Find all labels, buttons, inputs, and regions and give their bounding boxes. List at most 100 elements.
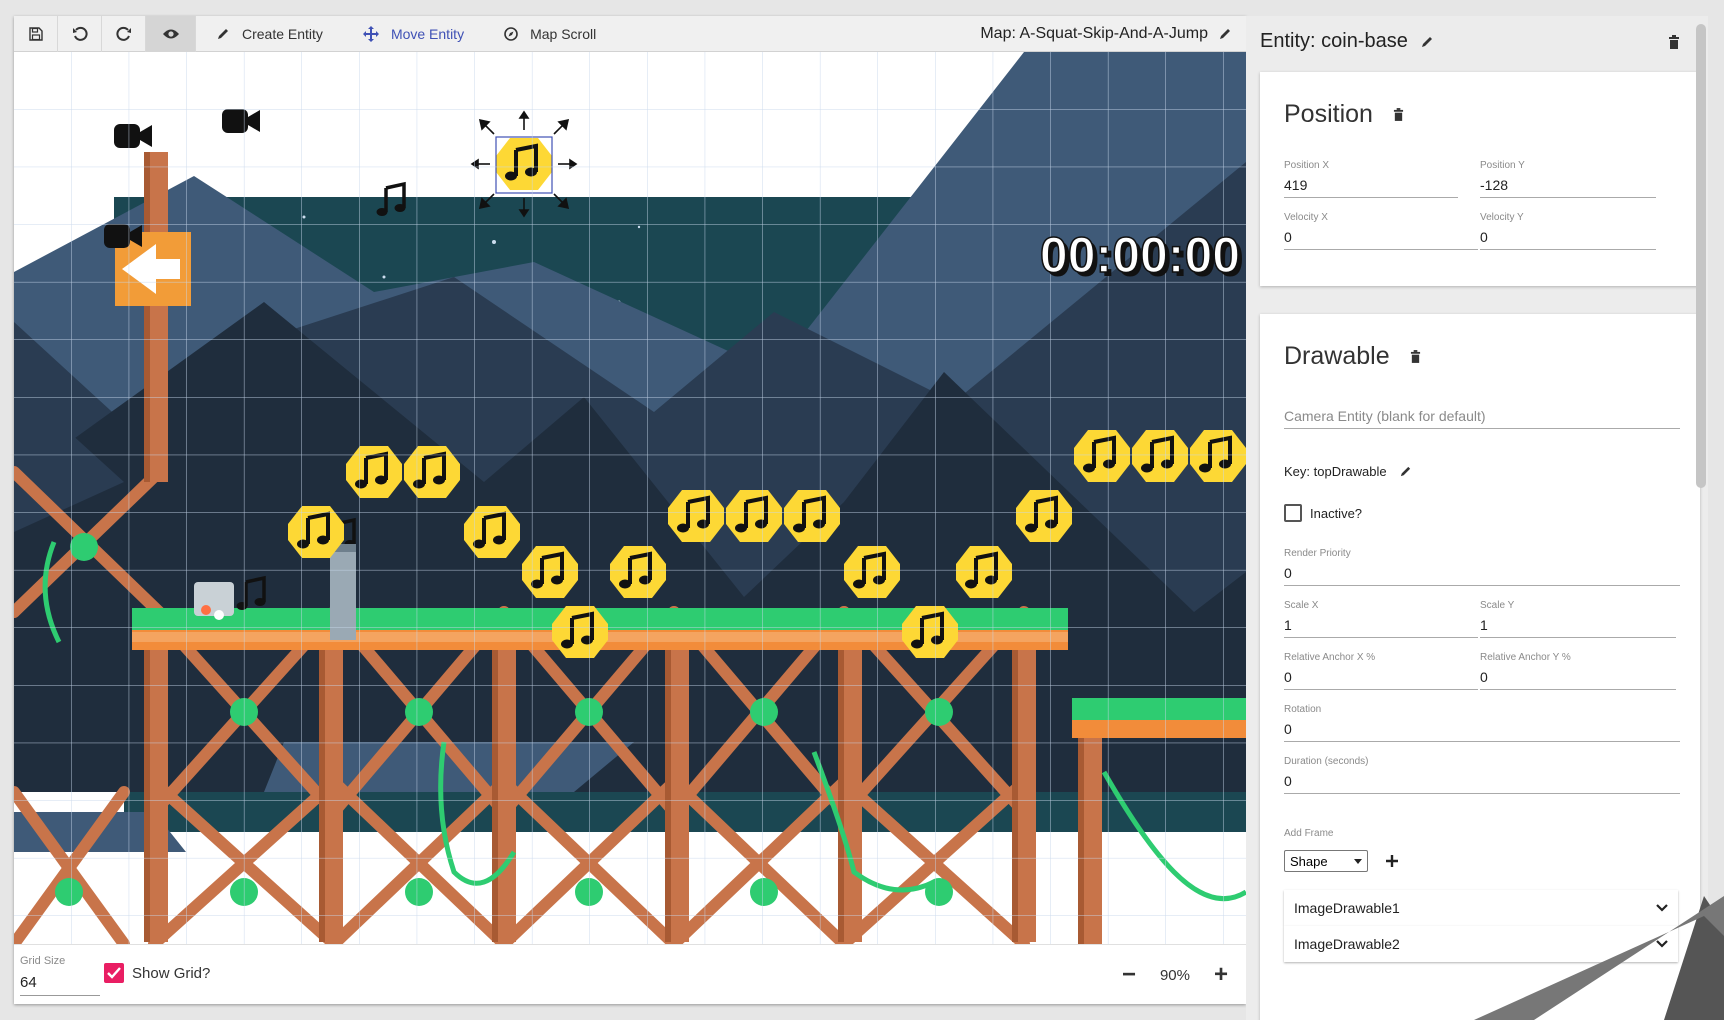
preview-toggle-button[interactable] [146, 15, 196, 52]
map-editor: Create Entity Move Entity Map Scroll Map… [14, 15, 1246, 1004]
checkmark-icon [107, 967, 121, 979]
anchor-x-input[interactable]: 0 [1284, 663, 1478, 690]
map-scroll-tool[interactable]: Map Scroll [484, 16, 616, 52]
position-title: Position [1284, 100, 1373, 128]
drawable-key-row: Key: topDrawable [1284, 464, 1412, 479]
position-title-row: Position [1284, 100, 1404, 129]
drawable-key-label: Key: topDrawable [1284, 464, 1387, 479]
save-button[interactable] [14, 15, 58, 52]
anchor-x-label: Relative Anchor X % [1284, 652, 1376, 663]
show-grid-label: Show Grid? [132, 964, 211, 982]
entity-title: Entity: coin-base [1260, 30, 1408, 52]
editor-toolbar: Create Entity Move Entity Map Scroll Map… [14, 15, 1246, 52]
move-entity-label: Move Entity [390, 25, 465, 42]
pencil-icon [218, 28, 228, 39]
duration-field[interactable]: Duration (seconds) 0 [1284, 756, 1680, 794]
compass-icon [504, 26, 518, 41]
dropdown-arrow-icon [1354, 858, 1362, 864]
scale-y-label: Scale Y [1480, 600, 1515, 611]
scale-x-label: Scale X [1284, 600, 1319, 611]
show-grid-toggle[interactable]: Show Grid? [104, 963, 210, 983]
drawable-title: Drawable [1284, 342, 1390, 370]
create-entity-tool[interactable]: Create Entity [196, 16, 343, 52]
rotation-label: Rotation [1284, 704, 1322, 715]
rotation-field[interactable]: Rotation 0 [1284, 704, 1680, 742]
corner-decoration [1474, 896, 1724, 1020]
add-frame-label: Add Frame [1284, 828, 1334, 839]
position-y-label: Position Y [1480, 160, 1525, 171]
inactive-label: Inactive? [1310, 505, 1363, 521]
undo-icon [72, 26, 88, 41]
render-priority-label: Render Priority [1284, 548, 1351, 559]
duration-input[interactable]: 0 [1284, 767, 1680, 794]
anchor-y-label: Relative Anchor Y % [1480, 652, 1571, 663]
rotation-input[interactable]: 0 [1284, 715, 1680, 742]
render-priority-field[interactable]: Render Priority 0 [1284, 548, 1680, 586]
frame-type-value: Shape [1290, 853, 1328, 869]
inspector-scrollbar[interactable] [1696, 24, 1706, 488]
drawable-title-row: Drawable [1284, 342, 1421, 371]
position-component-card: Position Position X 419 Position Y -128 … [1260, 72, 1700, 286]
app-root: Create Entity Move Entity Map Scroll Map… [0, 0, 1724, 1020]
show-grid-checkbox[interactable] [104, 963, 124, 983]
frame-type-select[interactable]: Shape [1284, 850, 1368, 872]
grid-size-input[interactable]: 64 [20, 970, 100, 996]
move-entity-tool[interactable]: Move Entity [343, 16, 484, 52]
inactive-toggle[interactable]: Inactive? [1284, 504, 1362, 522]
entity-inspector: Entity: coin-base Position Position X 41… [1246, 16, 1708, 1020]
anchor-y-input[interactable]: 0 [1480, 663, 1676, 690]
entity-header: Entity: coin-base [1260, 30, 1680, 53]
scale-y-input[interactable]: 1 [1480, 611, 1676, 638]
position-x-input[interactable]: 419 [1284, 171, 1458, 198]
anchor-y-field[interactable]: Relative Anchor Y % 0 [1480, 652, 1676, 690]
edit-map-name-icon[interactable] [1218, 27, 1232, 41]
editor-bottom-bar: Grid Size 64 Show Grid? − 90% + [14, 944, 1246, 1004]
delete-position-icon[interactable] [1393, 108, 1404, 121]
grid-size-label: Grid Size [20, 955, 66, 967]
camera-entity-field[interactable]: Camera Entity (blank for default) [1284, 402, 1680, 429]
undo-button[interactable] [58, 15, 102, 52]
inactive-checkbox[interactable] [1284, 504, 1302, 522]
velocity-x-input[interactable]: 0 [1284, 223, 1478, 250]
grid-overlay [14, 52, 1246, 944]
delete-drawable-icon[interactable] [1410, 350, 1421, 363]
create-entity-label: Create Entity [242, 25, 323, 42]
position-y-input[interactable]: -128 [1480, 171, 1656, 198]
velocity-y-field[interactable]: Velocity Y 0 [1480, 212, 1656, 250]
position-y-field[interactable]: Position Y -128 [1480, 160, 1656, 198]
map-title-area: Map: A-Squat-Skip-And-A-Jump [980, 25, 1246, 43]
velocity-y-label: Velocity Y [1480, 212, 1524, 223]
velocity-y-input[interactable]: 0 [1480, 223, 1656, 250]
zoom-out-button[interactable]: − [1122, 963, 1136, 987]
map-canvas[interactable]: 00:00:00 00:00:00 [14, 52, 1246, 944]
frame-item-label: ImageDrawable2 [1294, 936, 1400, 952]
position-x-label: Position X [1284, 160, 1330, 171]
redo-button[interactable] [102, 15, 146, 52]
anchor-x-field[interactable]: Relative Anchor X % 0 [1284, 652, 1478, 690]
position-x-field[interactable]: Position X 419 [1284, 160, 1458, 198]
velocity-x-label: Velocity X [1284, 212, 1328, 223]
scale-x-field[interactable]: Scale X 1 [1284, 600, 1478, 638]
delete-entity-icon[interactable] [1668, 34, 1680, 49]
velocity-x-field[interactable]: Velocity X 0 [1284, 212, 1478, 250]
scale-y-field[interactable]: Scale Y 1 [1480, 600, 1676, 638]
add-frame-row: Shape [1284, 850, 1398, 872]
map-title: Map: A-Squat-Skip-And-A-Jump [980, 24, 1208, 42]
zoom-value: 90% [1159, 966, 1190, 984]
camera-entity-input[interactable]: Camera Entity (blank for default) [1284, 402, 1680, 429]
add-frame-label-wrap: Add Frame [1284, 828, 1333, 839]
grid-size-field[interactable]: Grid Size 64 [20, 955, 100, 996]
redo-icon [115, 26, 131, 41]
edit-key-icon[interactable] [1399, 465, 1412, 478]
scale-x-input[interactable]: 1 [1284, 611, 1478, 638]
zoom-controls: − 90% + [1122, 963, 1228, 987]
add-frame-button[interactable] [1386, 855, 1398, 867]
render-priority-input[interactable]: 0 [1284, 559, 1680, 586]
eye-icon [162, 29, 179, 38]
edit-entity-name-icon[interactable] [1420, 35, 1434, 49]
map-scene[interactable]: 00:00:00 00:00:00 [14, 52, 1246, 944]
move-arrows-icon [362, 25, 379, 42]
map-scroll-label: Map Scroll [530, 25, 597, 42]
zoom-in-button[interactable]: + [1214, 963, 1228, 987]
timer-text: 00:00:00 [1040, 227, 1240, 283]
